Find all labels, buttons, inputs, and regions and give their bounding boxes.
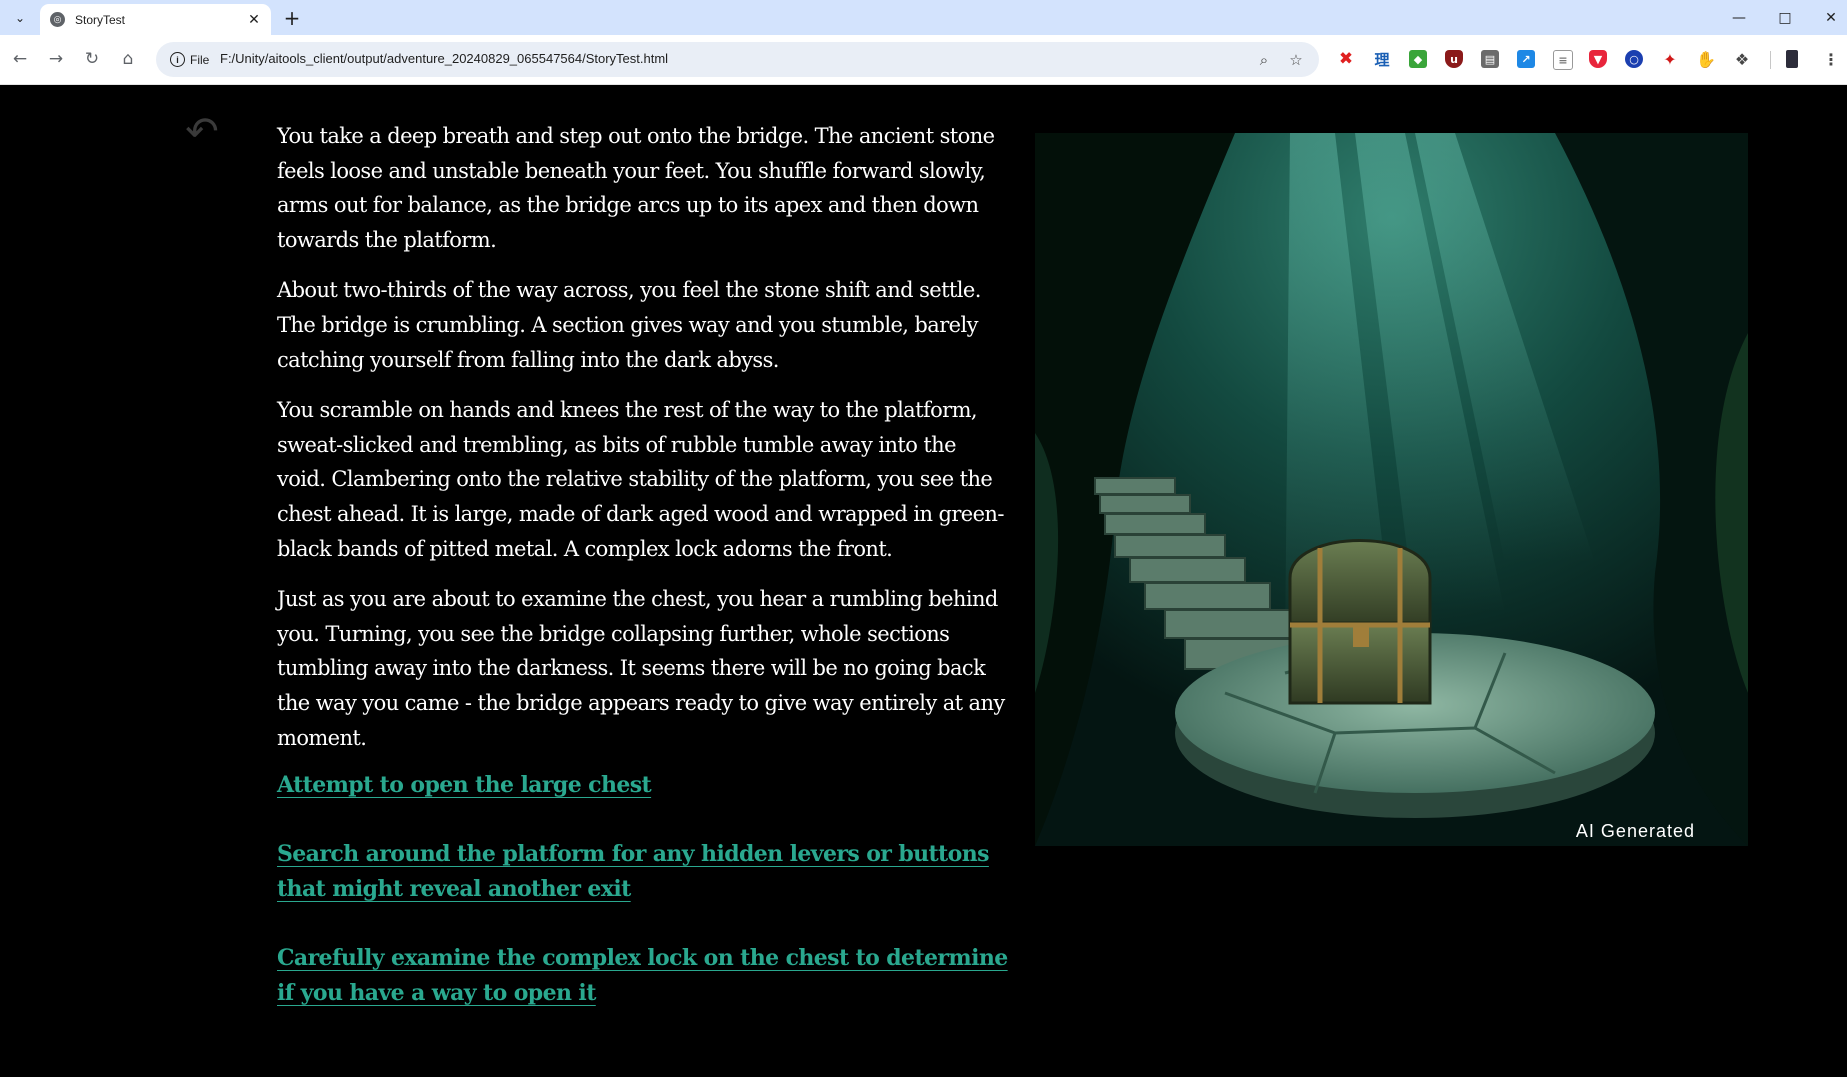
doc-ext-icon[interactable]: ≡ (1553, 50, 1573, 70)
red-swirl-ext-icon[interactable]: ✦ (1661, 50, 1679, 69)
scene-image: AI Generated (1035, 133, 1748, 846)
li-ext-icon[interactable]: 理 (1373, 50, 1391, 69)
ai-generated-badge: AI Generated (1575, 821, 1695, 841)
story-paragraph: You take a deep breath and step out onto… (277, 124, 995, 252)
blue-arrow-ext-icon[interactable]: ↗ (1517, 50, 1535, 68)
tab-title: StoryTest (75, 12, 126, 27)
story-paragraph: You scramble on hands and knees the rest… (277, 398, 1004, 561)
arrow-left-icon: ← (12, 49, 28, 69)
new-tab-button[interactable]: + (280, 6, 304, 30)
tab-search-button[interactable]: ⌄ (8, 6, 32, 30)
forward-button[interactable]: → (42, 45, 70, 73)
browser-toolbar: ← → ↻ ⌂ i File F:/Unity/aitools_client/o… (0, 35, 1847, 85)
profile-icon[interactable] (1786, 50, 1798, 68)
zoom-icon[interactable]: ⌕ (1252, 48, 1276, 72)
info-icon: i (170, 52, 185, 67)
choice-list: Attempt to open the large chest Search a… (277, 768, 1012, 1045)
maximize-button[interactable]: □ (1762, 0, 1808, 35)
puzzle-ext-icon[interactable]: ❖ (1733, 50, 1751, 69)
choice-search-platform-link[interactable]: Search around the platform for any hidde… (277, 837, 1012, 907)
back-button[interactable]: ← (6, 45, 34, 73)
reload-button[interactable]: ↻ (78, 45, 106, 73)
home-icon: ⌂ (122, 49, 134, 69)
address-bar[interactable]: i File F:/Unity/aitools_client/output/ad… (156, 42, 1319, 77)
cave-chest-illustration (1035, 133, 1748, 846)
folder-ext-icon[interactable]: ▤ (1481, 50, 1499, 68)
reload-icon: ↻ (84, 49, 100, 69)
window-close-button[interactable]: ✕ (1808, 0, 1847, 35)
red-thumb-ext-icon[interactable]: ✋ (1696, 50, 1716, 69)
bookmark-star-icon[interactable]: ☆ (1284, 48, 1308, 72)
url-text[interactable]: F:/Unity/aitools_client/output/adventure… (220, 51, 668, 66)
home-button[interactable]: ⌂ (114, 45, 142, 73)
choice-examine-lock-link[interactable]: Carefully examine the complex lock on th… (277, 941, 1012, 1011)
story-text: You take a deep breath and step out onto… (277, 119, 1007, 771)
brave-ext-icon[interactable]: ▼ (1589, 50, 1607, 68)
shield-ext-icon[interactable]: u (1445, 50, 1463, 68)
arrow-right-icon: → (48, 49, 64, 69)
x-ext-icon[interactable]: ✖ (1337, 49, 1355, 69)
story-paragraph: Just as you are about to examine the che… (277, 587, 1005, 750)
undo-icon[interactable]: ↶ (178, 112, 226, 152)
circle-ext-icon[interactable]: ○ (1625, 50, 1643, 68)
story-page: ↶ You take a deep breath and step out on… (0, 85, 1847, 1077)
menu-kebab-icon[interactable]: ⋮ (1822, 50, 1840, 69)
toolbar-divider (1770, 51, 1771, 69)
site-info-chip[interactable]: i File (162, 47, 212, 72)
active-tab[interactable]: ◎ StoryTest ✕ (40, 4, 271, 35)
tab-strip: ⌄ ◎ StoryTest ✕ + — □ ✕ (0, 0, 1847, 35)
story-paragraph: About two-thirds of the way across, you … (277, 278, 981, 372)
choice-open-chest-link[interactable]: Attempt to open the large chest (277, 768, 1012, 803)
tab-close-icon[interactable]: ✕ (245, 11, 263, 29)
site-info-label: File (190, 52, 210, 67)
globe-icon: ◎ (50, 12, 65, 27)
green-ext-icon[interactable]: ◆ (1409, 50, 1427, 68)
minimize-button[interactable]: — (1716, 0, 1762, 35)
chevron-down-icon: ⌄ (14, 11, 26, 25)
